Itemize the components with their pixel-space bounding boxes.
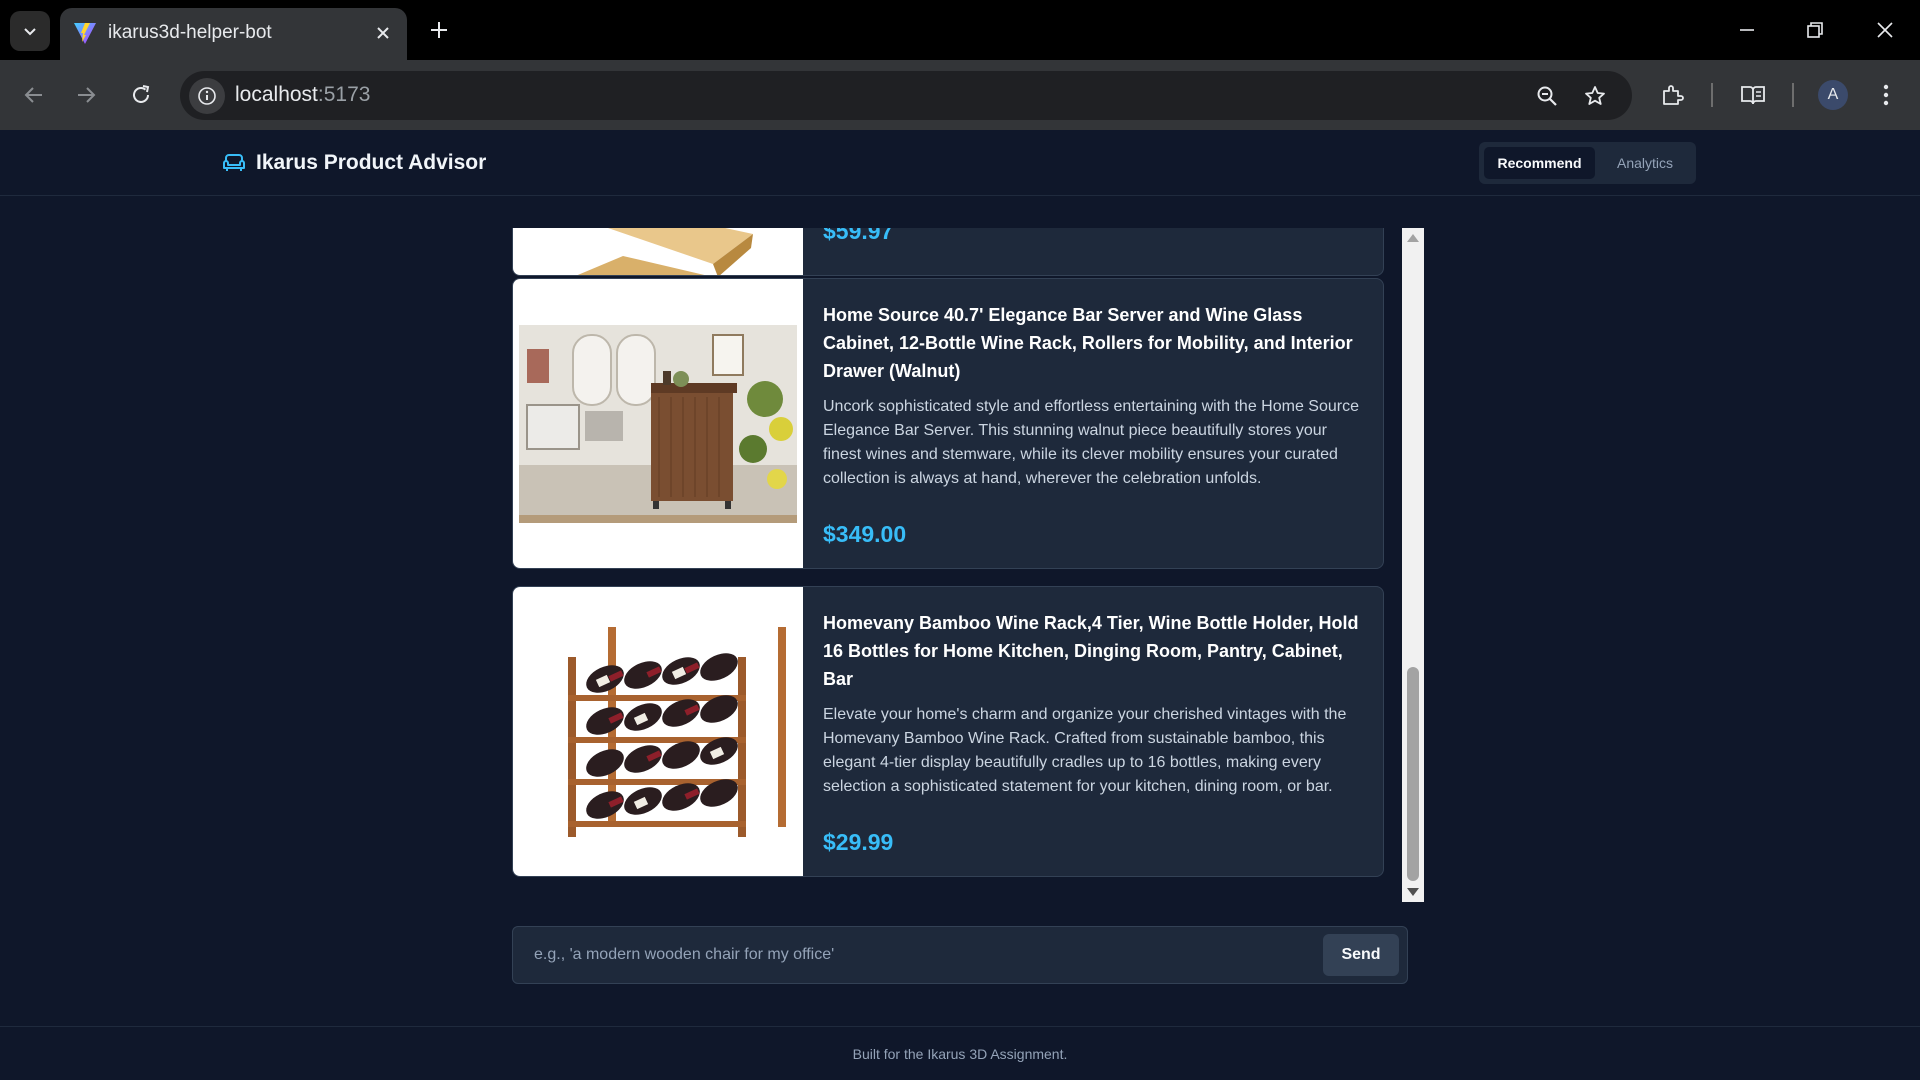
tab-title: ikarus3d-helper-bot — [108, 22, 272, 43]
reload-button[interactable] — [121, 75, 161, 115]
plus-icon — [431, 22, 447, 38]
restore-button[interactable] — [1795, 10, 1835, 50]
toolbar-separator — [1792, 83, 1794, 107]
bamboo-wine-rack-image — [568, 627, 786, 837]
product-card: $59.97 — [512, 228, 1384, 276]
product-price: $59.97 — [823, 228, 894, 244]
browser-toolbar: localhost:5173 A — [0, 60, 1920, 130]
arrow-right-icon — [78, 87, 96, 103]
walnut-bar-cabinet-image — [519, 325, 797, 523]
url-host: localhost — [235, 83, 318, 106]
tab-analytics[interactable]: Analytics — [1599, 147, 1691, 179]
new-tab-button[interactable] — [421, 12, 457, 48]
minimize-button[interactable] — [1727, 10, 1767, 50]
product-price: $29.99 — [823, 829, 894, 855]
scroll-down-button[interactable] — [1402, 884, 1424, 900]
book-icon — [1741, 86, 1765, 105]
scrollbar-thumb[interactable] — [1407, 667, 1419, 881]
puzzle-icon — [1663, 85, 1684, 105]
vite-favicon-icon — [74, 23, 96, 44]
product-card: Homevany Bamboo Wine Rack,4 Tier, Wine B… — [512, 586, 1384, 877]
tab-search-button[interactable] — [10, 11, 50, 51]
product-description: Uncork sophisticated style and effortles… — [823, 398, 1359, 487]
zoom-button[interactable] — [1529, 78, 1565, 114]
close-window-button[interactable] — [1865, 10, 1905, 50]
triangle-up-icon — [1407, 234, 1419, 242]
product-image — [513, 279, 803, 568]
triangle-down-icon — [1407, 888, 1419, 896]
more-vertical-icon — [1883, 84, 1889, 106]
reload-icon — [133, 85, 150, 103]
product-description: Elevate your home's charm and organize y… — [823, 706, 1347, 795]
app-header: Ikarus Product Advisor Recommend Analyti… — [0, 130, 1920, 196]
footer-text: Built for the Ikarus 3D Assignment. — [852, 1045, 1068, 1062]
product-card: Home Source 40.7' Elegance Bar Server an… — [512, 278, 1384, 569]
info-icon — [198, 87, 216, 105]
wooden-box-image — [577, 228, 753, 275]
url-port: :5173 — [317, 83, 371, 106]
sofa-icon — [223, 154, 245, 171]
query-input[interactable] — [514, 928, 1314, 982]
product-image — [513, 228, 803, 275]
product-details: Homevany Bamboo Wine Rack,4 Tier, Wine B… — [803, 587, 1383, 876]
star-icon — [1585, 86, 1605, 105]
query-composer: Send — [512, 926, 1408, 984]
reading-mode-button[interactable] — [1733, 75, 1773, 115]
close-icon — [377, 27, 389, 39]
toolbar-separator — [1711, 83, 1713, 107]
profile-avatar[interactable]: A — [1818, 80, 1848, 110]
product-price: $349.00 — [823, 521, 907, 547]
scroll-up-button[interactable] — [1402, 230, 1424, 246]
browser-tab[interactable]: ikarus3d-helper-bot — [60, 8, 407, 60]
browser-tab-strip: ikarus3d-helper-bot — [0, 0, 1920, 60]
chevron-down-icon — [24, 28, 36, 36]
close-icon — [1877, 22, 1893, 38]
product-details: Home Source 40.7' Elegance Bar Server an… — [803, 279, 1383, 568]
brand-title: Ikarus Product Advisor — [256, 151, 487, 174]
address-bar[interactable]: localhost:5173 — [180, 71, 1632, 120]
zoom-out-icon — [1537, 86, 1557, 106]
send-button[interactable]: Send — [1323, 934, 1399, 976]
tab-recommend[interactable]: Recommend — [1484, 147, 1595, 179]
forward-button[interactable] — [66, 75, 106, 115]
results-scroll-area[interactable]: $59.97 Home Source 40.7' Elegance Bar Se… — [512, 228, 1424, 902]
browser-menu-button[interactable] — [1866, 75, 1906, 115]
site-info-button[interactable] — [189, 78, 225, 114]
back-button[interactable] — [14, 75, 54, 115]
footer: Built for the Ikarus 3D Assignment. — [0, 1026, 1920, 1080]
product-title[interactable]: Homevany Bamboo Wine Rack,4 Tier, Wine B… — [823, 609, 1363, 693]
url-text: localhost:5173 — [235, 83, 370, 107]
extensions-button[interactable] — [1652, 75, 1692, 115]
product-details: $59.97 — [803, 228, 1383, 275]
product-image — [513, 587, 803, 876]
minimize-icon — [1740, 29, 1754, 31]
results-scrollbar[interactable] — [1402, 228, 1424, 902]
brand[interactable]: Ikarus Product Advisor — [222, 151, 486, 175]
restore-icon — [1807, 22, 1823, 38]
bookmark-button[interactable] — [1577, 78, 1613, 114]
tab-close-button[interactable] — [369, 19, 397, 47]
view-switcher: Recommend Analytics — [1479, 142, 1696, 184]
arrow-left-icon — [24, 87, 42, 103]
product-title[interactable]: Home Source 40.7' Elegance Bar Server an… — [823, 301, 1363, 385]
